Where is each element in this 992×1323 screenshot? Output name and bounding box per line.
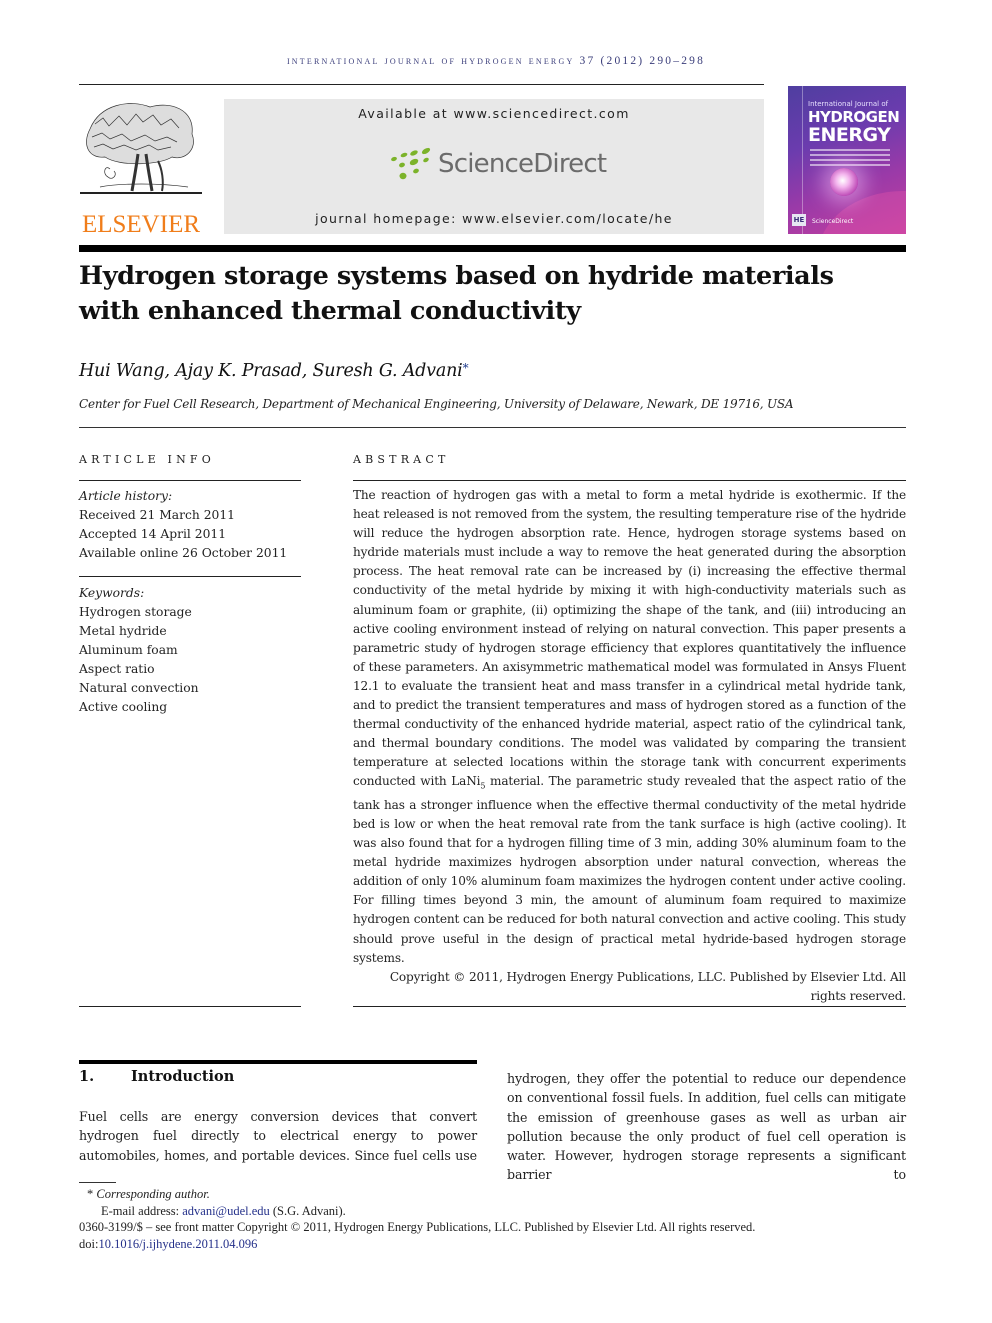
abstract-paragraph: The reaction of hydrogen gas with a meta… [353, 486, 906, 968]
journal-cover-image[interactable]: International Journal of HYDROGEN ENERGY… [788, 86, 906, 234]
introduction-right-column: hydrogen, they offer the potential to re… [507, 1071, 906, 1183]
article-info-rule-top [79, 480, 301, 481]
cover-orb-decoration [830, 168, 858, 196]
section-title: Introduction [131, 1068, 235, 1085]
introduction-left-column: Fuel cells are energy conversion devices… [79, 1109, 477, 1163]
section-heading-introduction: 1. Introduction [79, 1068, 234, 1085]
keywords-label: Keywords: [79, 586, 145, 600]
article-title: Hydrogen storage systems based on hydrid… [79, 259, 906, 329]
issn-line: 0360-3199/$ – see front matter Copyright… [79, 1220, 756, 1235]
history-received: Received 21 March 2011 [79, 508, 236, 522]
sciencedirect-wordmark: ScienceDirect [438, 149, 607, 179]
footnote-mark: * [87, 1187, 94, 1201]
keyword-item: Hydrogen storage [79, 605, 192, 619]
cover-spine [802, 86, 803, 234]
sciencedirect-banner: Available at www.sciencedirect.com Scien… [224, 99, 764, 234]
history-online: Available online 26 October 2011 [79, 546, 288, 560]
keyword-item: Active cooling [79, 700, 168, 714]
footnote-rule [79, 1182, 116, 1183]
journal-homepage-link[interactable]: journal homepage: www.elsevier.com/locat… [224, 211, 764, 226]
section-number: 1. [79, 1068, 95, 1085]
cover-arc-decoration [818, 191, 906, 234]
cover-title-hydrogen: HYDROGEN [808, 108, 900, 126]
article-info-rule-bottom [79, 1006, 301, 1007]
email-owner: (S.G. Advani). [269, 1203, 346, 1218]
history-accepted: Accepted 14 April 2011 [79, 527, 227, 541]
keyword-item: Aspect ratio [79, 662, 155, 676]
cover-subtitle: International Journal of [808, 100, 889, 108]
abstract-copyright: Copyright © 2011, Hydrogen Energy Public… [389, 969, 906, 1003]
header-thick-rule [79, 245, 906, 252]
corresponding-author-mark[interactable]: * [463, 361, 469, 375]
title-line-1: Hydrogen storage systems based on hydrid… [79, 261, 834, 291]
article-info-rule-mid [79, 576, 301, 577]
cover-sciencedirect-mark: ScienceDirect [812, 218, 854, 225]
keywords: Keywords: Hydrogen storage Metal hydride… [79, 584, 199, 717]
article-info-heading: ARTICLE INFO [79, 453, 215, 466]
abstract-text-part-1: The reaction of hydrogen gas with a meta… [353, 488, 906, 789]
email-note: E-mail address: advani@udel.edu (S.G. Ad… [79, 1203, 755, 1220]
doi-label: doi: [79, 1236, 99, 1251]
corresponding-author-label: Corresponding author. [96, 1187, 210, 1201]
article-history-label: Article history: [79, 489, 173, 503]
email-label: E-mail address: [101, 1203, 183, 1218]
abstract-heading: ABSTRACT [353, 453, 450, 466]
doi-line: doi:10.1016/j.ijhydene.2011.04.096 [79, 1236, 755, 1253]
abstract-rule-bottom [353, 1006, 906, 1007]
running-head: International Journal of Hydrogen Energy… [286, 55, 706, 67]
title-line-2: with enhanced thermal conductivity [79, 296, 581, 326]
cover-title-energy: ENERGY [808, 124, 891, 146]
footnotes: * Corresponding author. E-mail address: … [79, 1186, 755, 1252]
elsevier-tree-icon [80, 103, 202, 194]
elsevier-logo[interactable]: ELSEVIER [80, 99, 202, 238]
article-history: Article history: Received 21 March 2011 … [79, 487, 287, 563]
affiliation: Center for Fuel Cell Research, Departmen… [79, 397, 794, 411]
section-rule [79, 1060, 477, 1064]
email-link[interactable]: advani@udel.edu [182, 1204, 270, 1218]
cover-editor-lines [810, 149, 890, 169]
doi-link[interactable]: 10.1016/j.ijhydene.2011.04.096 [98, 1237, 257, 1251]
corresponding-author-note: * Corresponding author. [79, 1186, 755, 1203]
sciencedirect-logo[interactable]: ScienceDirect [390, 147, 607, 187]
title-bottom-rule [79, 427, 906, 428]
header-top-rule [79, 84, 764, 85]
keyword-item: Natural convection [79, 681, 199, 695]
cover-he-badge: HE [792, 214, 806, 226]
abstract-body: The reaction of hydrogen gas with a meta… [353, 486, 906, 1006]
keyword-item: Metal hydride [79, 624, 167, 638]
abstract-rule-top [353, 480, 906, 481]
elsevier-wordmark: ELSEVIER [81, 211, 201, 238]
sciencedirect-dots-icon [391, 147, 431, 180]
authors-text: Hui Wang, Ajay K. Prasad, Suresh G. Adva… [79, 361, 463, 381]
abstract-text-part-2: material. The parametric study revealed … [353, 774, 906, 965]
available-at-link[interactable]: Available at www.sciencedirect.com [224, 106, 764, 121]
author-list: Hui Wang, Ajay K. Prasad, Suresh G. Adva… [79, 361, 469, 381]
keyword-item: Aluminum foam [79, 643, 178, 657]
